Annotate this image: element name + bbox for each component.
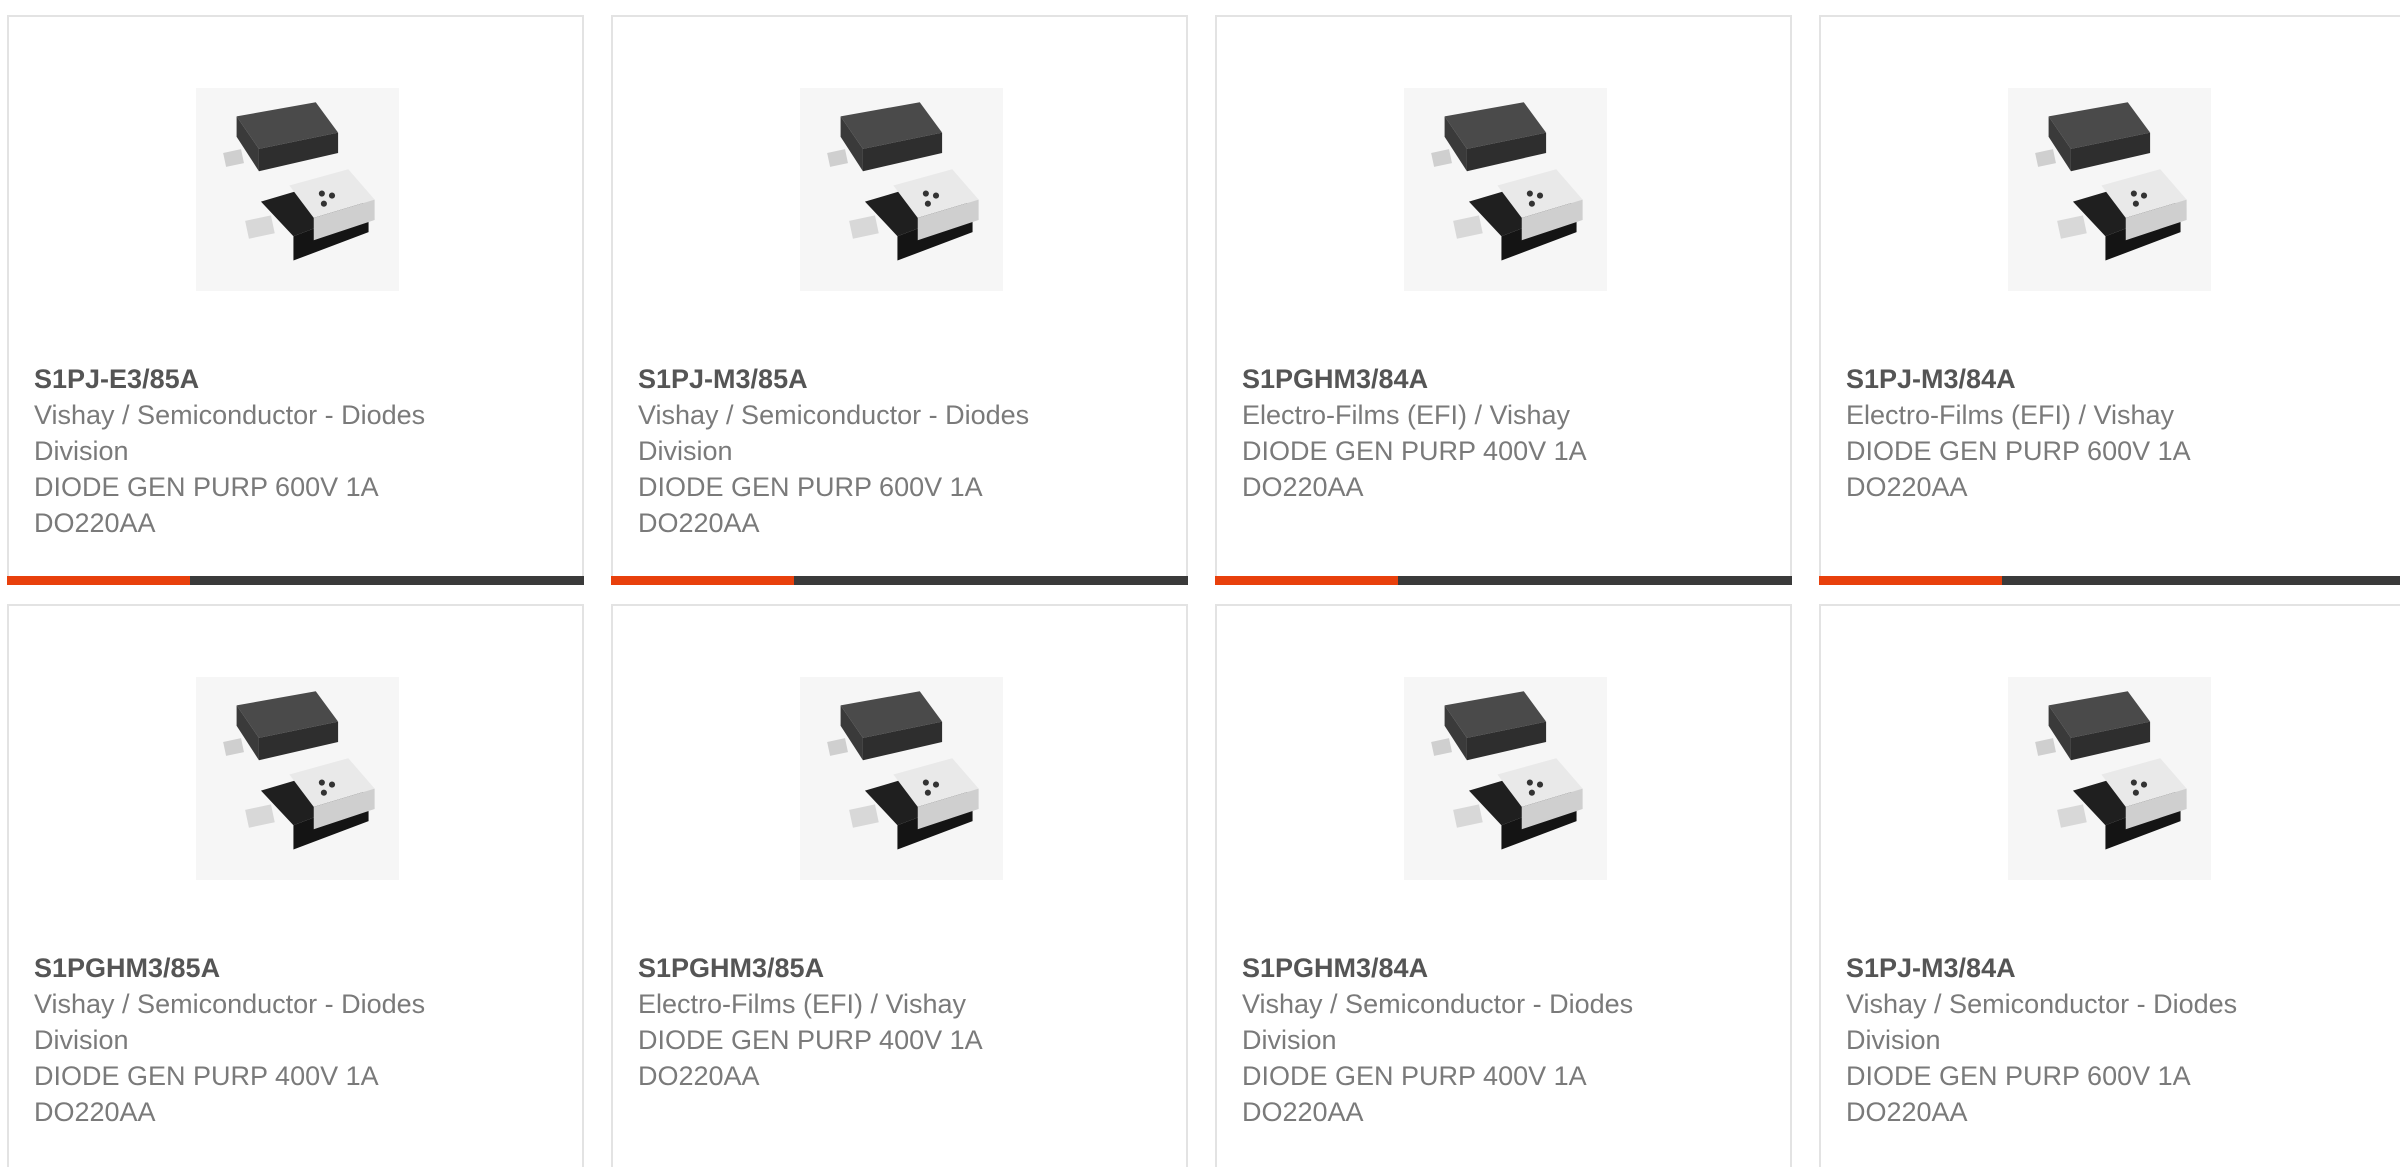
- product-info: S1PGHM3/85A Electro-Films (EFI) / Vishay…: [638, 950, 1078, 1094]
- part-number[interactable]: S1PGHM3/85A: [638, 950, 1078, 986]
- manufacturer: Vishay / Semiconductor - Diodes Division: [1242, 989, 1634, 1055]
- part-number[interactable]: S1PGHM3/84A: [1242, 950, 1682, 986]
- diode-package-icon: [223, 691, 375, 850]
- manufacturer: Electro-Films (EFI) / Vishay: [638, 989, 967, 1019]
- description: DIODE GEN PURP 600V 1A DO220AA: [638, 472, 982, 538]
- product-grid: S1PJ-E3/85A Vishay / Semiconductor - Dio…: [0, 0, 2400, 1167]
- diode-package-icon: [1431, 691, 1583, 850]
- diode-package-image[interactable]: [1404, 677, 1607, 880]
- diode-package-icon: [827, 102, 979, 261]
- part-number[interactable]: S1PJ-E3/85A: [34, 361, 474, 397]
- part-number[interactable]: S1PJ-M3/84A: [1846, 361, 2286, 397]
- card-bottom-bar: [611, 576, 1188, 585]
- product-card[interactable]: S1PGHM3/84A Electro-Films (EFI) / Vishay…: [1215, 15, 1792, 585]
- product-card[interactable]: S1PGHM3/84A Vishay / Semiconductor - Dio…: [1215, 604, 1792, 1167]
- description: DIODE GEN PURP 400V 1A DO220AA: [1242, 1061, 1586, 1127]
- accent-bar: [7, 576, 190, 585]
- part-number[interactable]: S1PGHM3/84A: [1242, 361, 1682, 397]
- diode-package-image[interactable]: [1404, 88, 1607, 291]
- part-number[interactable]: S1PJ-M3/85A: [638, 361, 1078, 397]
- diode-package-image[interactable]: [196, 677, 399, 880]
- description: DIODE GEN PURP 400V 1A DO220AA: [34, 1061, 378, 1127]
- part-number[interactable]: S1PJ-M3/84A: [1846, 950, 2286, 986]
- diode-package-image[interactable]: [2008, 677, 2211, 880]
- diode-package-icon: [1431, 102, 1583, 261]
- manufacturer: Vishay / Semiconductor - Diodes Division: [1846, 989, 2238, 1055]
- product-info: S1PJ-M3/84A Electro-Films (EFI) / Vishay…: [1846, 361, 2286, 505]
- manufacturer: Vishay / Semiconductor - Diodes Division: [638, 400, 1030, 466]
- card-bottom-bar: [1819, 576, 2400, 585]
- product-card[interactable]: S1PJ-E3/85A Vishay / Semiconductor - Dio…: [7, 15, 584, 585]
- product-info: S1PGHM3/85A Vishay / Semiconductor - Dio…: [34, 950, 474, 1130]
- diode-package-image[interactable]: [2008, 88, 2211, 291]
- product-info: S1PJ-M3/84A Vishay / Semiconductor - Dio…: [1846, 950, 2286, 1130]
- accent-bar: [611, 576, 794, 585]
- part-number[interactable]: S1PGHM3/85A: [34, 950, 474, 986]
- product-card[interactable]: S1PGHM3/85A Electro-Films (EFI) / Vishay…: [611, 604, 1188, 1167]
- accent-bar: [1215, 576, 1398, 585]
- product-info: S1PGHM3/84A Vishay / Semiconductor - Dio…: [1242, 950, 1682, 1130]
- diode-package-icon: [223, 102, 375, 261]
- product-card[interactable]: S1PJ-M3/85A Vishay / Semiconductor - Dio…: [611, 15, 1188, 585]
- manufacturer: Electro-Films (EFI) / Vishay: [1846, 400, 2175, 430]
- product-info: S1PGHM3/84A Electro-Films (EFI) / Vishay…: [1242, 361, 1682, 505]
- diode-package-icon: [827, 691, 979, 850]
- product-info: S1PJ-M3/85A Vishay / Semiconductor - Dio…: [638, 361, 1078, 541]
- card-bottom-bar: [1215, 576, 1792, 585]
- description: DIODE GEN PURP 400V 1A DO220AA: [638, 1025, 982, 1091]
- description: DIODE GEN PURP 600V 1A DO220AA: [1846, 436, 2190, 502]
- card-bottom-bar: [7, 576, 584, 585]
- diode-package-icon: [2035, 102, 2187, 261]
- product-info: S1PJ-E3/85A Vishay / Semiconductor - Dio…: [34, 361, 474, 541]
- manufacturer: Electro-Films (EFI) / Vishay: [1242, 400, 1571, 430]
- diode-package-image[interactable]: [196, 88, 399, 291]
- description: DIODE GEN PURP 600V 1A DO220AA: [1846, 1061, 2190, 1127]
- manufacturer: Vishay / Semiconductor - Diodes Division: [34, 400, 426, 466]
- product-card[interactable]: S1PJ-M3/84A Vishay / Semiconductor - Dio…: [1819, 604, 2400, 1167]
- accent-bar: [1819, 576, 2002, 585]
- description: DIODE GEN PURP 600V 1A DO220AA: [34, 472, 378, 538]
- product-card[interactable]: S1PJ-M3/84A Electro-Films (EFI) / Vishay…: [1819, 15, 2400, 585]
- description: DIODE GEN PURP 400V 1A DO220AA: [1242, 436, 1586, 502]
- diode-package-image[interactable]: [800, 677, 1003, 880]
- diode-package-icon: [2035, 691, 2187, 850]
- product-card[interactable]: S1PGHM3/85A Vishay / Semiconductor - Dio…: [7, 604, 584, 1167]
- manufacturer: Vishay / Semiconductor - Diodes Division: [34, 989, 426, 1055]
- diode-package-image[interactable]: [800, 88, 1003, 291]
